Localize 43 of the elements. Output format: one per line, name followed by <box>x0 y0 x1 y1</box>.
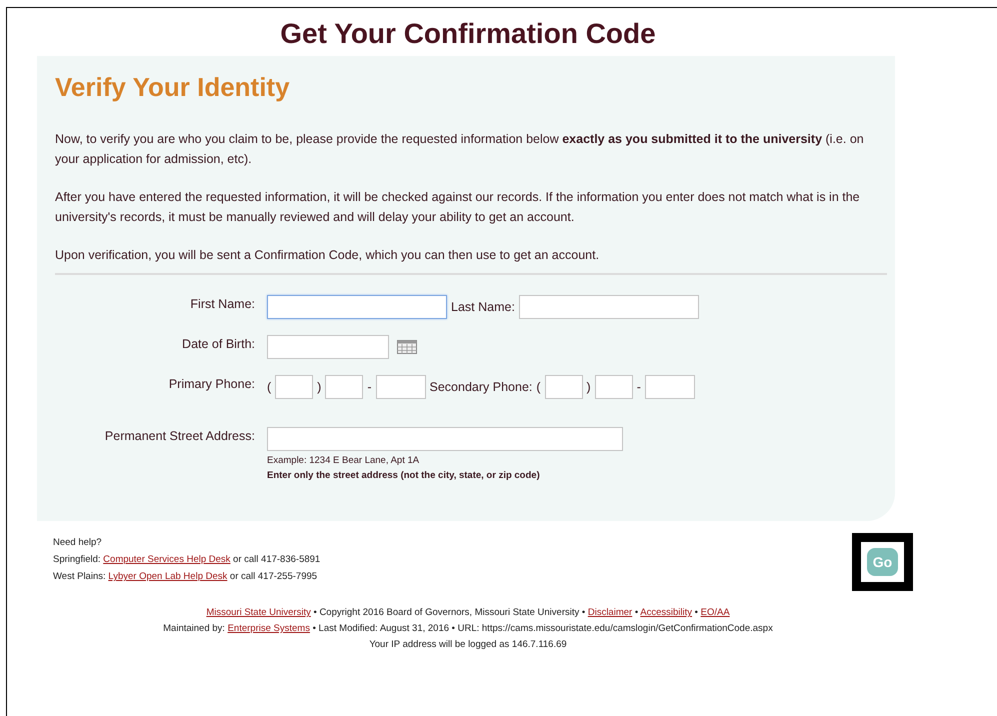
input-field[interactable] <box>518 295 699 319</box>
phone-separator: ( <box>536 380 541 394</box>
field-label: Permanent Street Address: <box>104 428 256 445</box>
input-field[interactable] <box>267 427 623 451</box>
field-label: Primary Phone: <box>168 376 256 393</box>
field-hint: Example: 1234 E Bear Lane, Apt 1A <box>267 455 420 466</box>
link[interactable]: Computer Services Help Desk <box>103 554 230 565</box>
footer-line: Your IP address will be logged as 146.7.116.69 <box>369 639 567 650</box>
link[interactable]: EO/AA <box>700 607 730 618</box>
link[interactable]: Enterprise Systems <box>228 623 310 634</box>
page-title: Get Your Confirmation Code <box>279 19 657 49</box>
input-field[interactable] <box>325 375 364 399</box>
field-label: Secondary Phone: <box>430 380 532 394</box>
phone-separator: ) <box>586 380 591 394</box>
field-label: Date of Birth: <box>181 336 256 353</box>
footer-line: Maintained by: Enterprise Systems • Last Modified: August 31, 2016 • URL: https://cams.missouristate.edu/camslogin/GetConfirmationCode.aspx <box>163 623 773 634</box>
field-label: First Name: <box>189 296 256 313</box>
instruction-paragraph: Upon verification, you will be sent a Confirmation Code, which you can then use to get an account. <box>55 247 600 264</box>
input-field[interactable] <box>275 375 314 399</box>
footer-line: Missouri State University • Copyright 2016 Board of Governors, Missouri State University • Disclaimer • Accessibility • EO/AA <box>206 607 730 618</box>
phone-separator: - <box>367 380 372 394</box>
input-field[interactable] <box>267 335 389 359</box>
link[interactable]: Lybyer Open Lab Help Desk <box>108 571 228 582</box>
phone-separator: ) <box>317 380 322 394</box>
input-field[interactable] <box>376 375 426 399</box>
field-label: Last Name: <box>451 300 515 314</box>
input-field[interactable] <box>267 295 447 319</box>
instruction-paragraph: Now, to verify you are who you claim to be, please provide the requested information below exactly as you submitted it to the university (i.e. on your application for admission, etc). <box>55 131 865 168</box>
section-heading: Verify Your Identity <box>55 72 291 103</box>
link[interactable]: Disclaimer <box>588 607 632 618</box>
instruction-paragraph: After you have entered the requested information, it will be checked against our records. If the information you enter does not match what is in the university's records, it must be manually reviewed and will delay your ability to get an account. <box>55 189 861 226</box>
help-heading: Need help? <box>53 537 103 548</box>
input-field[interactable] <box>594 375 633 399</box>
calendar-icon[interactable] <box>397 340 417 354</box>
input-field[interactable] <box>544 375 583 399</box>
input-field[interactable] <box>644 375 695 399</box>
link[interactable]: Accessibility <box>640 607 692 618</box>
phone-separator: ( <box>267 380 272 394</box>
link[interactable]: Missouri State University <box>206 607 311 618</box>
field-hint: Enter only the street address (not the city, state, or zip code) <box>267 470 541 481</box>
phone-separator: - <box>636 380 641 394</box>
help-line: West Plains: Lybyer Open Lab Help Desk or call 417-255-7995 <box>53 571 318 582</box>
help-line: Springfield: Computer Services Help Desk or call 417-836-5891 <box>53 554 320 565</box>
